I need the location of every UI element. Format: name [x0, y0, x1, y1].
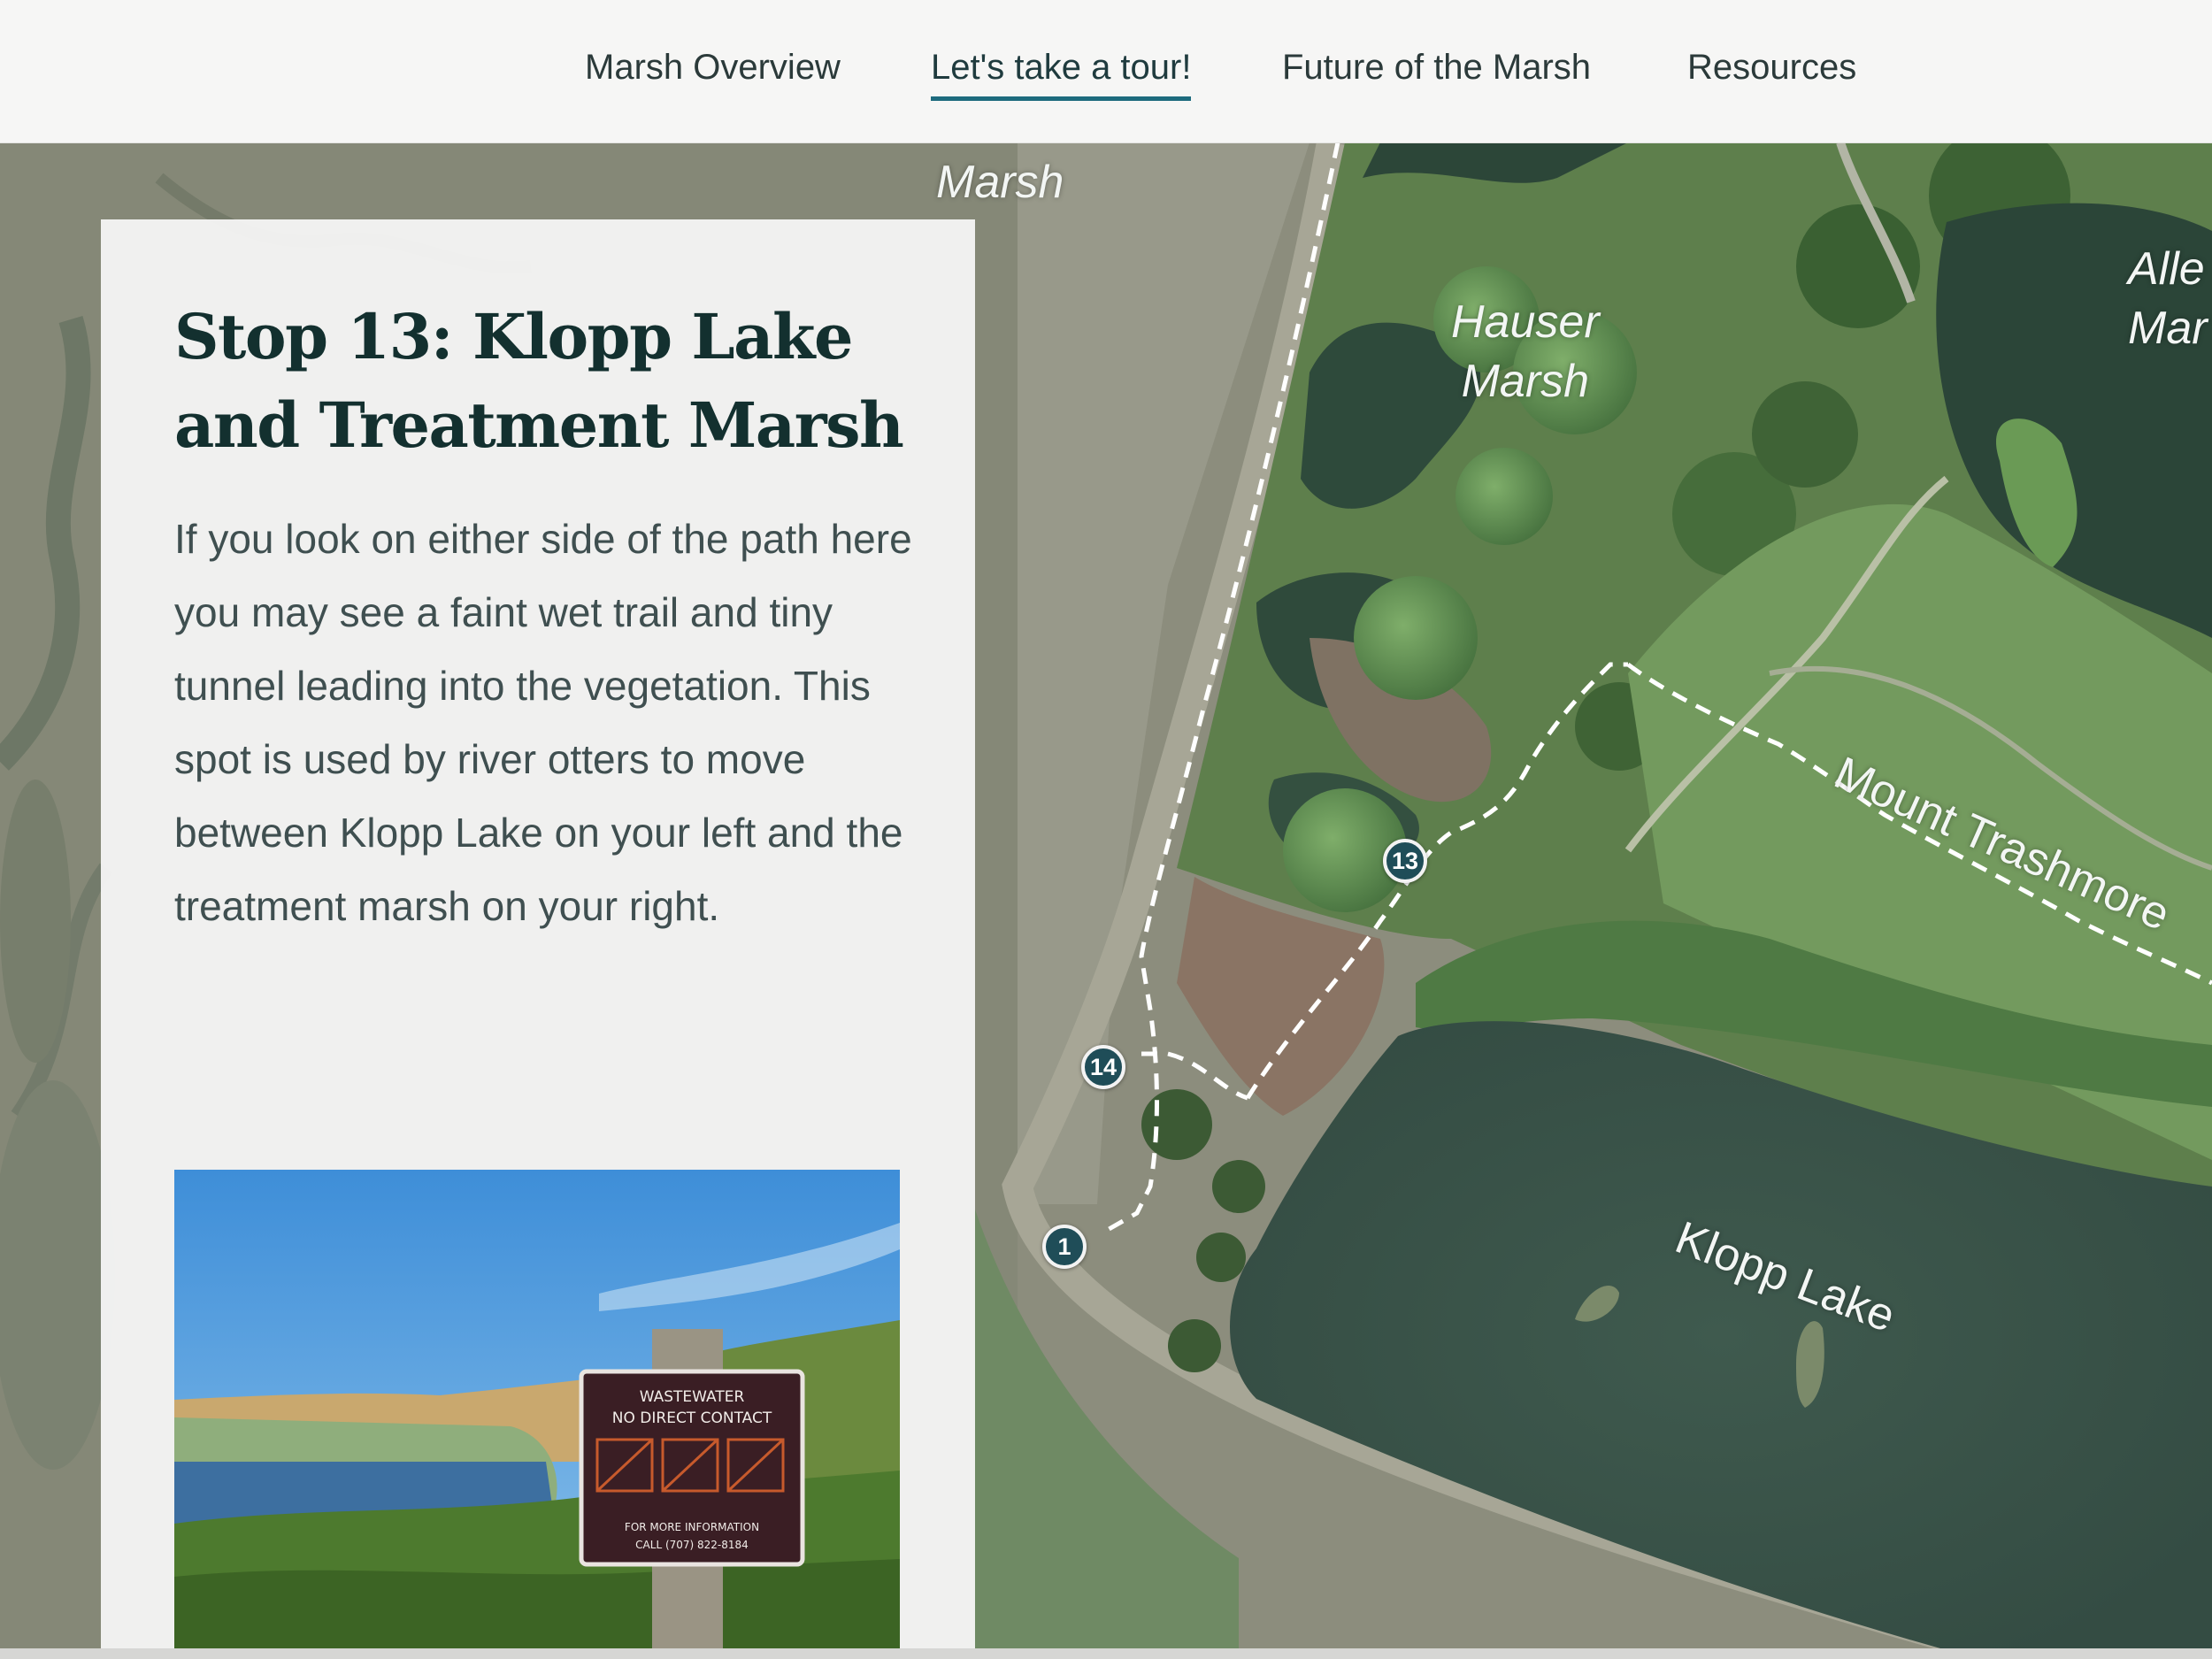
nav-item-label: Marsh Overview: [585, 48, 841, 87]
nav-item-lets-take-a-tour[interactable]: Let's take a tour!: [931, 42, 1192, 101]
stop-marker-14[interactable]: 14: [1081, 1045, 1125, 1089]
map-label-line: Marsh: [1461, 355, 1590, 407]
stop-photo: WASTEWATER NO DIRECT CONTACT FOR MORE IN…: [174, 1170, 900, 1659]
sign-text-line4: CALL (707) 822-8184: [635, 1539, 749, 1551]
stop-marker-label: 13: [1391, 847, 1419, 874]
map-label-line: Mar: [2128, 302, 2208, 354]
map-label-line: Alle: [2128, 243, 2205, 295]
map-label-hauser-marsh: Hauser Marsh: [1451, 293, 1600, 411]
wastewater-sign-photo: WASTEWATER NO DIRECT CONTACT FOR MORE IN…: [174, 1170, 900, 1659]
nav-item-label: Resources: [1687, 48, 1857, 87]
stop-marker-label: 14: [1089, 1053, 1118, 1080]
stop-marker-13[interactable]: 13: [1383, 839, 1427, 883]
story-panel[interactable]: Stop 13: Klopp Lake and Treatment Marsh …: [101, 219, 975, 1659]
stop-title: Stop 13: Klopp Lake and Treatment Marsh: [174, 300, 904, 462]
stop-marker-label: 1: [1057, 1233, 1071, 1260]
sign-text-line3: FOR MORE INFORMATION: [625, 1521, 759, 1533]
map-label-allen-marsh: Alle Mar: [2128, 240, 2208, 357]
stop-marker-1[interactable]: 1: [1042, 1225, 1087, 1269]
map-attribution-bar: [0, 1648, 2212, 1659]
nav-item-label: Future of the Marsh: [1282, 48, 1592, 87]
nav-item-label: Let's take a tour!: [931, 48, 1192, 87]
map-label-line: Hauser: [1451, 296, 1600, 348]
stop-description: If you look on either side of the path h…: [174, 516, 912, 929]
sign-text-line2: NO DIRECT CONTACT: [612, 1409, 772, 1427]
map-label-marsh: Marsh: [936, 157, 1064, 208]
top-navigation-bar: Marsh Overview Let's take a tour! Future…: [0, 0, 2212, 143]
nav-item-future-of-the-marsh[interactable]: Future of the Marsh: [1282, 42, 1591, 92]
nav-item-marsh-overview[interactable]: Marsh Overview: [585, 42, 841, 92]
sign-text-line1: WASTEWATER: [640, 1388, 745, 1406]
active-tab-underline: [931, 96, 1192, 101]
nav-item-resources[interactable]: Resources: [1687, 42, 1856, 92]
